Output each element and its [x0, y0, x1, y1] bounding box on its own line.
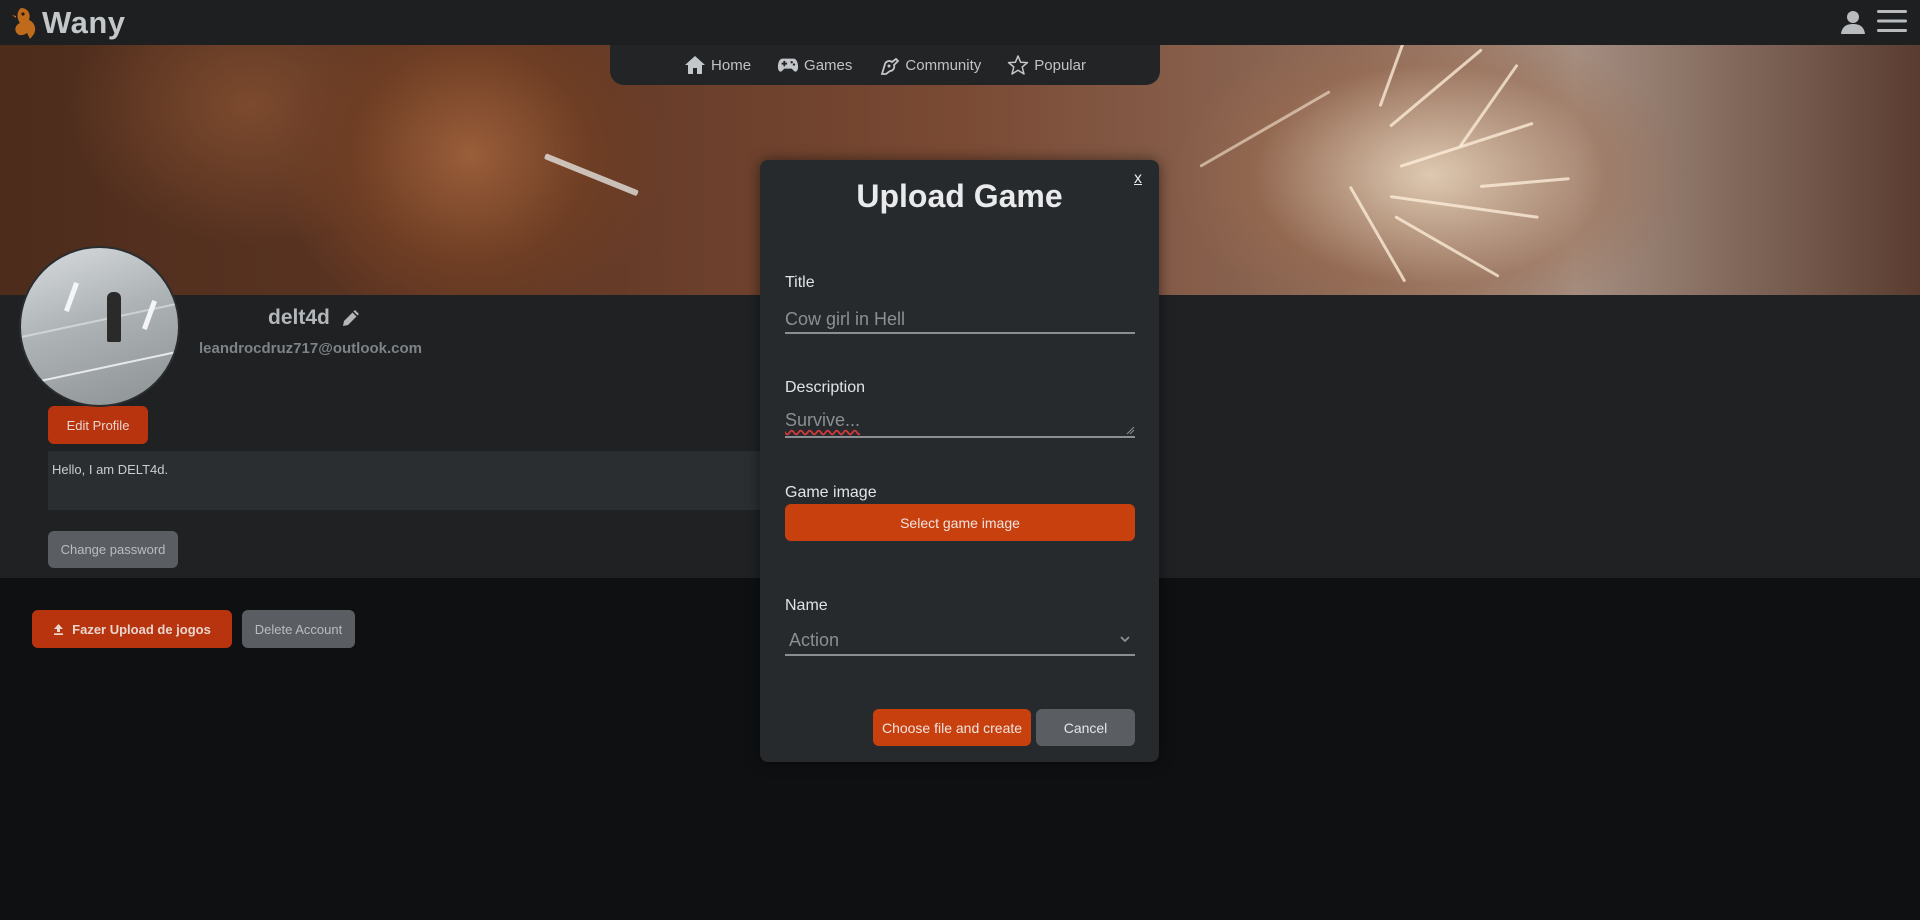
- nav-item-popular[interactable]: Popular: [1007, 55, 1086, 75]
- nav-label-community: Community: [905, 56, 982, 74]
- chevron-down-icon: [1120, 636, 1130, 643]
- community-icon: [881, 57, 900, 75]
- user-email: leandrocdruz717@outlook.com: [199, 340, 423, 357]
- description-textarea[interactable]: Survive...: [785, 408, 1135, 438]
- modal-title: Upload Game: [856, 178, 1063, 214]
- app-name: Wany: [42, 5, 126, 40]
- close-button[interactable]: x: [1134, 170, 1142, 188]
- upload-games-button[interactable]: Fazer Upload de jogos: [32, 610, 232, 648]
- avatar[interactable]: [19, 246, 180, 407]
- upload-game-modal: Upload Game x Title Description Survive.…: [760, 160, 1159, 762]
- nav-item-games[interactable]: Games: [777, 55, 852, 75]
- main-nav: Home Games Community Popular: [610, 45, 1160, 85]
- top-bar: Wany: [0, 0, 1920, 45]
- upload-games-label: Fazer Upload de jogos: [72, 621, 211, 637]
- logo[interactable]: Wany: [12, 5, 126, 41]
- nav-label-home: Home: [711, 56, 752, 74]
- edit-profile-button[interactable]: Edit Profile: [48, 406, 148, 444]
- genre-select-value: Action: [789, 630, 840, 650]
- change-password-button[interactable]: Change password: [48, 531, 178, 568]
- cancel-button[interactable]: Cancel: [1036, 709, 1135, 746]
- game-image-label: Game image: [785, 484, 877, 501]
- username: delt4d: [268, 306, 330, 329]
- select-game-image-button[interactable]: Select game image: [785, 504, 1135, 541]
- nav-item-home[interactable]: Home: [684, 55, 751, 75]
- title-input[interactable]: [785, 306, 1135, 334]
- nav-label-games: Games: [804, 56, 853, 74]
- description-label: Description: [785, 379, 866, 396]
- name-label: Name: [785, 597, 828, 614]
- choose-file-and-create-button[interactable]: Choose file and create: [873, 709, 1031, 746]
- resize-grip-icon[interactable]: [1126, 426, 1135, 435]
- star-icon: [1008, 55, 1029, 75]
- description-value: Survive...: [785, 410, 861, 430]
- nav-label-popular: Popular: [1034, 56, 1086, 74]
- genre-select[interactable]: Action: [785, 626, 1135, 656]
- title-label: Title: [785, 274, 815, 291]
- pencil-edit-icon[interactable]: [340, 307, 362, 329]
- nav-item-community[interactable]: Community: [878, 55, 981, 75]
- bio-text: Hello, I am DELT4d.: [48, 451, 763, 510]
- upload-icon: [54, 623, 64, 635]
- hamburger-menu-icon[interactable]: [1877, 8, 1907, 34]
- home-icon: [685, 56, 706, 74]
- user-icon[interactable]: [1840, 9, 1866, 35]
- delete-account-button[interactable]: Delete Account: [242, 610, 355, 648]
- logo-icon: [12, 8, 36, 39]
- username-row: delt4d: [268, 306, 362, 330]
- gamepad-icon: [777, 58, 799, 72]
